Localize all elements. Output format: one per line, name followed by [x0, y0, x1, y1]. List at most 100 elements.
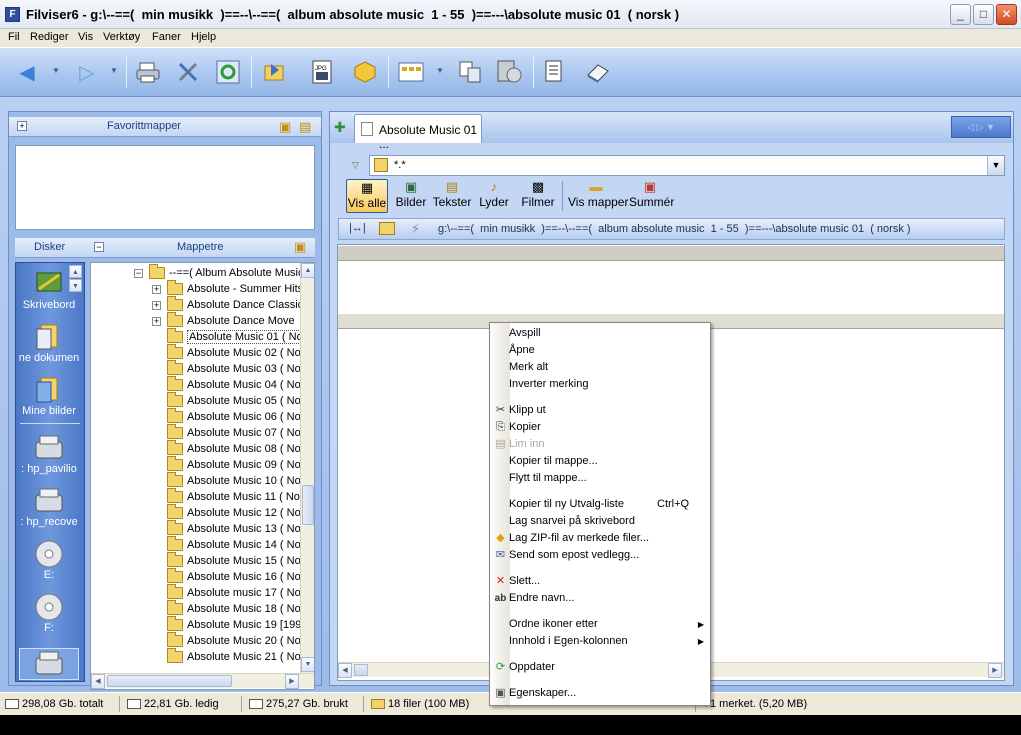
maximize-button[interactable]: □ [973, 4, 994, 25]
images-button[interactable]: ▣ Bilder [394, 179, 428, 213]
tab-absolute-music-01[interactable]: Absolute Music 01 ... [354, 114, 482, 151]
menu-vis[interactable]: Vis [78, 31, 93, 43]
disks-scroll-up[interactable]: ▲ [69, 265, 82, 278]
back-arrow-icon[interactable]: ◀ [12, 57, 42, 87]
filter-field[interactable]: *.* ▼ [369, 155, 1005, 176]
forward-arrow-icon[interactable]: ▷ [72, 57, 102, 87]
tree-item[interactable]: + Absolute Dance Move [152, 312, 295, 329]
tree-item[interactable]: Absolute Music 08 ( No [167, 440, 301, 457]
context-menu-item[interactable]: Merk alt [490, 359, 710, 376]
link-icon[interactable]: ⚡ [411, 221, 420, 237]
tree-item[interactable]: Absolute Music 01 ( No [167, 328, 305, 345]
tree-item[interactable]: Absolute Music 21 ( No [167, 648, 301, 665]
tree-item[interactable]: + Absolute Dance Classics [152, 296, 309, 313]
expand-icon[interactable]: + [152, 301, 161, 310]
menu-verktoy[interactable]: Verktøy [103, 31, 140, 43]
forward-dropdown-icon[interactable]: ▼ [110, 66, 118, 75]
tree-item[interactable]: Absolute Music 07 ( No [167, 424, 301, 441]
context-menu-item[interactable]: Kopier til mappe... [490, 453, 710, 470]
add-favorite-icon[interactable]: ▣ [279, 119, 291, 135]
disks-scroll-down[interactable]: ▼ [69, 279, 82, 292]
favorites-list[interactable] [15, 145, 315, 230]
tree-item[interactable]: Absolute Music 10 ( No [167, 472, 301, 489]
copy-icon[interactable] [455, 57, 485, 87]
tree-collapse-button[interactable]: − [94, 242, 104, 252]
film-disk-icon[interactable] [494, 57, 524, 87]
list-scroll-left[interactable]: ◀ [338, 663, 352, 678]
texts-button[interactable]: ▤ Tekster [432, 179, 472, 213]
tree-scroll-down[interactable]: ▼ [301, 657, 314, 672]
sounds-button[interactable]: ♪ Lyder [476, 179, 512, 213]
drive-hp-recovery[interactable]: : hp_recove [16, 486, 82, 528]
list-scroll-right[interactable]: ▶ [988, 663, 1002, 678]
context-menu-item[interactable]: ⟳ Oppdater [490, 659, 710, 676]
tree-item[interactable]: Absolute Music 19 [199 [167, 616, 301, 633]
new-folder-icon[interactable]: ▣ [294, 239, 306, 255]
close-button[interactable]: ✕ [996, 4, 1017, 25]
context-menu-item[interactable]: ◆ Lag ZIP-fil av merkede filer... [490, 530, 710, 547]
context-menu-item[interactable]: Åpne [490, 342, 710, 359]
list-hscroll-thumb[interactable] [354, 664, 368, 676]
menu-faner[interactable]: Faner [152, 31, 181, 43]
open-favorite-icon[interactable]: ▤ [299, 119, 311, 135]
tree-scroll-left[interactable]: ◀ [91, 674, 105, 689]
tab-navigation-buttons[interactable]: ◁ ▷ ▼ [951, 116, 1011, 138]
minimize-button[interactable]: _ [950, 4, 971, 25]
context-menu-item[interactable]: Flytt til mappe... [490, 470, 710, 487]
context-menu-item[interactable]: ⎘ Kopier [490, 419, 710, 436]
show-folders-button[interactable]: ▬ Vis mapper [568, 179, 628, 213]
drive-documents[interactable]: ne dokumen [16, 322, 82, 364]
tree-item[interactable]: Absolute Music 18 ( No [167, 600, 301, 617]
tree-item[interactable]: + Absolute - Summer Hits [152, 280, 303, 297]
context-menu-item[interactable]: Innhold i Egen-kolonnen ▶ [490, 633, 710, 650]
context-menu-item[interactable]: ab Endre navn... [490, 590, 710, 607]
expand-icon[interactable]: + [152, 285, 161, 294]
tree-hscroll-thumb[interactable] [107, 675, 232, 687]
drive-hp-pavilion[interactable]: : hp_pavilio [16, 433, 82, 475]
context-menu-item[interactable]: ✕ Slett... [490, 573, 710, 590]
context-menu-item[interactable]: ✂ Klipp ut [490, 402, 710, 419]
favorites-expand-button[interactable]: + [17, 121, 27, 131]
movies-button[interactable]: ▩ Filmer [518, 179, 558, 213]
drive-selected[interactable] [19, 648, 79, 680]
expand-icon[interactable]: + [152, 317, 161, 326]
eraser-icon[interactable] [582, 57, 612, 87]
path-width-icon[interactable]: |↔| [349, 222, 366, 234]
folder-move-icon[interactable] [260, 57, 290, 87]
filter-dropdown-button[interactable]: ▼ [987, 156, 1004, 175]
add-tab-icon[interactable]: ✚ [334, 119, 346, 136]
drive-f[interactable]: F: [16, 592, 82, 634]
refresh-icon[interactable] [213, 57, 243, 87]
view-dropdown-icon[interactable]: ▼ [436, 66, 444, 75]
tree-item[interactable]: Absolute Music 09 ( No [167, 456, 301, 473]
menu-fil[interactable]: Fil [8, 31, 20, 43]
tree-scroll-thumb[interactable] [302, 485, 314, 525]
tree-item[interactable]: Absolute music 17 ( No [167, 584, 301, 601]
context-menu-item[interactable]: Kopier til ny Utvalg-liste Ctrl+Q [490, 496, 710, 513]
context-menu-item[interactable]: Ordne ikoner etter ▶ [490, 616, 710, 633]
context-menu-item[interactable]: Avspill [490, 325, 710, 342]
tree-item[interactable]: Absolute Music 20 ( No [167, 632, 301, 649]
tree-item[interactable]: − --==( Album Absolute Music [134, 264, 304, 281]
tree-item[interactable]: Absolute Music 14 ( No [167, 536, 301, 553]
tree-scroll-up[interactable]: ▲ [301, 263, 314, 278]
back-dropdown-icon[interactable]: ▼ [52, 66, 60, 75]
tree-item[interactable]: Absolute Music 15 ( No [167, 552, 301, 569]
tree-item[interactable]: Absolute Music 12 ( No [167, 504, 301, 521]
tree-scroll-right[interactable]: ▶ [285, 674, 299, 689]
summarize-button[interactable]: ▣ Summér [629, 179, 674, 213]
context-menu-item[interactable]: ▣ Egenskaper... [490, 685, 710, 702]
list-header[interactable] [338, 245, 1004, 261]
view-icon[interactable] [396, 57, 426, 87]
printer-icon[interactable] [133, 57, 163, 87]
drive-e[interactable]: E: [16, 539, 82, 581]
package-icon[interactable] [350, 57, 380, 87]
context-menu-item[interactable]: ✉ Send som epost vedlegg... [490, 547, 710, 564]
jpg-icon[interactable]: JPG [307, 57, 337, 87]
tools-icon[interactable] [173, 57, 203, 87]
tree-item[interactable]: Absolute Music 02 ( No [167, 344, 301, 361]
tree-vertical-scrollbar[interactable]: ▲ ▼ [300, 263, 314, 673]
collapse-icon[interactable]: − [134, 269, 143, 278]
context-menu-item[interactable]: Lag snarvei på skrivebord [490, 513, 710, 530]
parent-folder-icon[interactable] [379, 222, 395, 235]
